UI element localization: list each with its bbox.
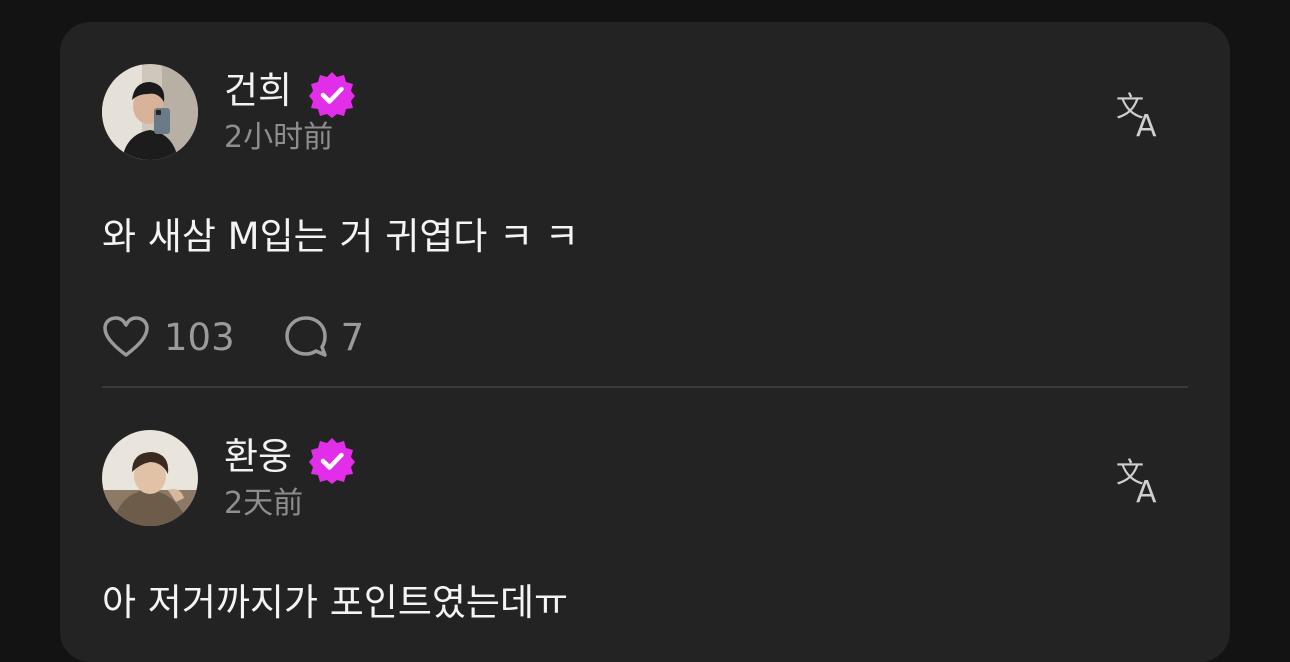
divider	[102, 386, 1188, 388]
translate-icon[interactable]: 文 A	[1114, 452, 1170, 508]
avatar[interactable]	[102, 64, 198, 160]
like-count: 103	[164, 315, 235, 359]
comment-bubble-icon	[284, 316, 327, 357]
comment-count: 7	[340, 315, 365, 359]
verified-badge-icon	[307, 436, 357, 486]
translate-icon[interactable]: 文 A	[1114, 86, 1170, 142]
username[interactable]: 환웅	[224, 434, 292, 480]
comment-text: 와 새삼 M입는 거 귀엽다 ㅋ ㅋ	[102, 215, 579, 258]
comment-text: 아 저거까지가 포인트였는데ㅠ	[102, 581, 569, 624]
timestamp: 2小时前	[224, 120, 334, 155]
username[interactable]: 건희	[224, 68, 292, 114]
like-button[interactable]: 103	[102, 315, 283, 359]
comments-card: 건희 2小时前 文 A 와 새삼 M입는 거 귀엽다 ㅋ ㅋ 103 7 환웅 …	[60, 22, 1230, 662]
verified-badge-icon	[307, 70, 357, 120]
heart-icon	[103, 316, 149, 357]
svg-text:A: A	[1136, 109, 1157, 142]
timestamp: 2天前	[224, 486, 304, 521]
comment-actions: 103 7	[102, 312, 364, 362]
svg-text:A: A	[1136, 475, 1157, 508]
avatar[interactable]	[102, 430, 198, 526]
comment-button[interactable]: 7	[283, 314, 365, 360]
